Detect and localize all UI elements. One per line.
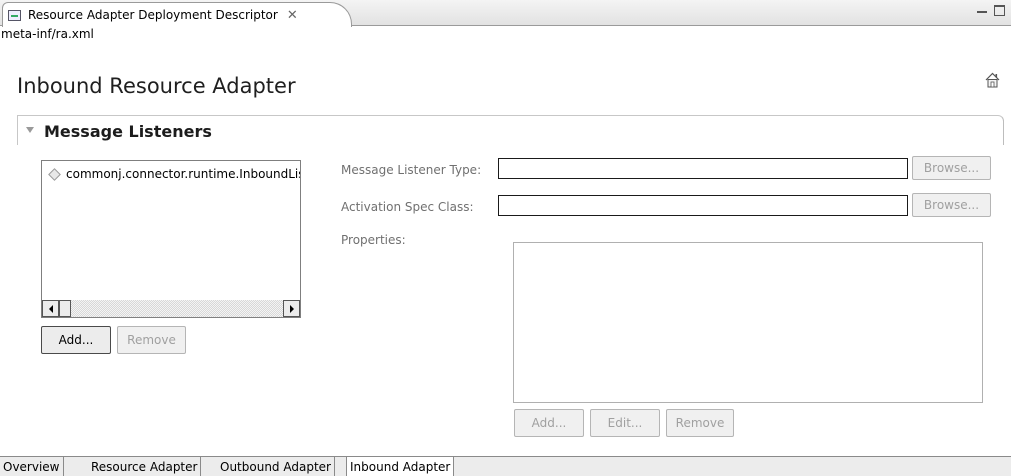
file-path: meta-inf/ra.xml [1,27,94,41]
browse-listener-type-button[interactable]: Browse... [912,156,991,180]
collapse-toggle-icon[interactable] [26,127,34,133]
deployment-descriptor-icon [7,7,23,23]
minimize-icon[interactable] [977,10,987,13]
properties-table[interactable] [513,242,983,403]
add-property-button[interactable]: Add... [514,409,584,437]
tab-resource-adapter[interactable]: Resource Adapter [88,457,202,476]
editor-tab-bar: Resource Adapter Deployment Descriptor ✕ [0,0,1011,27]
list-item[interactable]: commonj.connector.runtime.InboundListene… [48,167,300,181]
edit-property-button[interactable]: Edit... [590,409,660,437]
add-listener-button[interactable]: Add... [41,326,111,354]
message-listener-type-field[interactable] [498,158,908,179]
tab-overview[interactable]: Overview [0,457,64,476]
list-item-label: commonj.connector.runtime.InboundListene… [66,167,300,181]
activation-spec-class-field[interactable] [498,195,908,216]
maximize-icon[interactable] [994,5,1005,16]
page-title: Inbound Resource Adapter [17,74,296,98]
editor-tab[interactable]: Resource Adapter Deployment Descriptor ✕ [2,2,352,27]
tab-inbound-adapter[interactable]: Inbound Adapter [346,457,455,476]
remove-property-button[interactable]: Remove [666,409,734,437]
arrow-left-icon [48,304,53,313]
arrow-right-icon [289,304,294,313]
close-icon[interactable]: ✕ [287,8,298,23]
page-tab-bar: Overview Resource Adapter Outbound Adapt… [0,456,1011,476]
message-listener-list[interactable]: commonj.connector.runtime.InboundListene… [41,160,301,318]
section-title: Message Listeners [44,122,212,141]
scroll-right-button[interactable] [283,300,300,317]
activation-spec-class-label: Activation Spec Class: [341,200,474,214]
scroll-left-button[interactable] [42,300,59,317]
remove-listener-button[interactable]: Remove [117,326,186,354]
editor-tab-title: Resource Adapter Deployment Descriptor [28,8,278,22]
listener-icon [48,167,61,181]
scrollbar-thumb[interactable] [59,300,71,317]
page-header: Inbound Resource Adapter [0,62,1011,100]
browse-activation-spec-button[interactable]: Browse... [912,193,991,217]
tab-outbound-adapter[interactable]: Outbound Adapter [217,457,335,476]
properties-label: Properties: [341,233,406,247]
message-listener-type-label: Message Listener Type: [341,163,482,177]
home-icon[interactable] [985,72,1000,88]
horizontal-scrollbar[interactable] [42,300,300,317]
message-listeners-section: Message Listeners [17,115,1004,145]
window-controls [977,5,1005,16]
